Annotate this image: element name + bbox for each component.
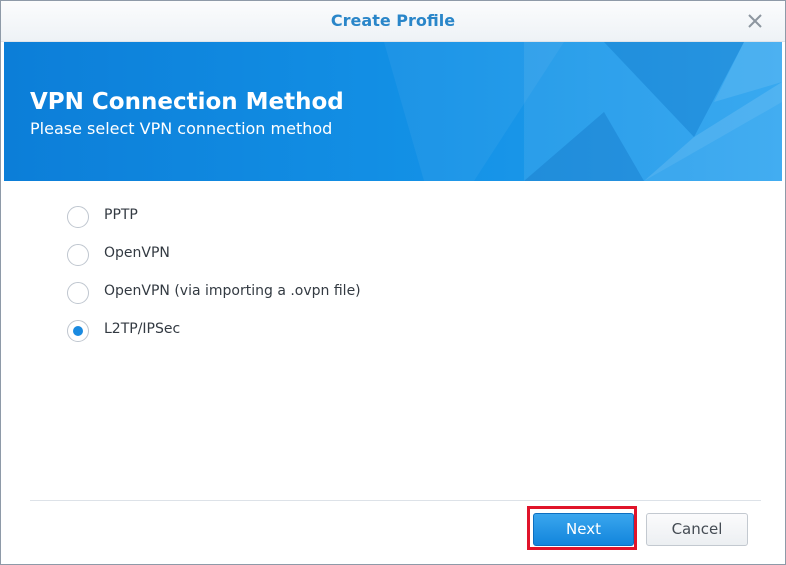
banner-subtitle: Please select VPN connection method xyxy=(30,119,333,138)
next-button[interactable]: Next xyxy=(533,513,634,546)
connection-method-options: PPTP OpenVPN OpenVPN (via importing a .o… xyxy=(67,203,487,355)
option-label: OpenVPN (via importing a .ovpn file) xyxy=(104,283,361,299)
title-bar: Create Profile xyxy=(1,1,785,42)
option-openvpn[interactable]: OpenVPN xyxy=(67,241,487,279)
cancel-button[interactable]: Cancel xyxy=(646,513,748,546)
option-l2tp-ipsec[interactable]: L2TP/IPSec xyxy=(67,317,487,355)
option-label: L2TP/IPSec xyxy=(104,321,181,337)
close-icon[interactable] xyxy=(745,11,765,31)
option-pptp[interactable]: PPTP xyxy=(67,203,487,241)
create-profile-dialog: Create Profile VPN Connection Method Ple… xyxy=(0,0,786,565)
radio-openvpn-import[interactable] xyxy=(67,282,89,304)
option-label: OpenVPN xyxy=(104,245,170,261)
dialog-title: Create Profile xyxy=(330,11,456,30)
header-banner: VPN Connection Method Please select VPN … xyxy=(4,42,782,181)
option-openvpn-import[interactable]: OpenVPN (via importing a .ovpn file) xyxy=(67,279,487,317)
radio-l2tp-ipsec[interactable] xyxy=(67,320,89,342)
banner-title: VPN Connection Method xyxy=(30,89,344,115)
footer-divider xyxy=(30,500,761,501)
radio-pptp[interactable] xyxy=(67,206,89,228)
radio-openvpn[interactable] xyxy=(67,244,89,266)
option-label: PPTP xyxy=(104,207,138,223)
